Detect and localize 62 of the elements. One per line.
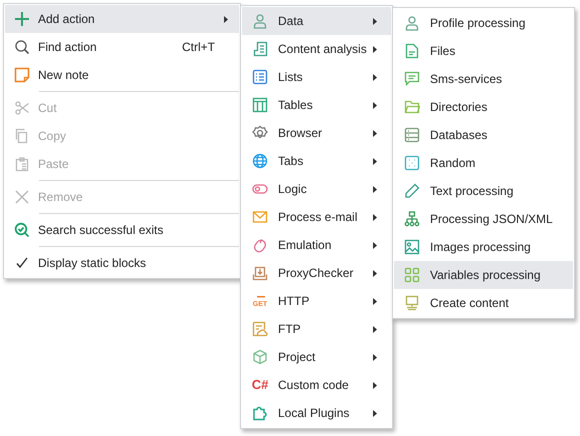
menu-item[interactable]: Text processing <box>394 177 573 205</box>
menu-item[interactable]: Content analysis <box>242 35 391 63</box>
image-icon <box>404 239 420 255</box>
person-icon <box>404 15 420 31</box>
menu-item[interactable]: Variables processing <box>394 261 573 289</box>
code-icon: C# <box>252 378 268 392</box>
puzzle-icon <box>252 405 268 421</box>
dice-icon <box>404 155 420 171</box>
menu-item[interactable]: ProxyChecker <box>242 259 391 287</box>
menu-item[interactable]: Logic <box>242 175 391 203</box>
menu-item[interactable]: Processing JSON/XML <box>394 205 573 233</box>
menu-item[interactable]: Databases <box>394 121 573 149</box>
search-icon <box>14 222 30 238</box>
document-icon <box>252 41 268 57</box>
menu-item[interactable]: Project <box>242 343 391 371</box>
menu-item[interactable]: Create content <box>394 289 573 317</box>
settings-icon <box>252 125 268 141</box>
menu-item[interactable]: Emulation <box>242 231 391 259</box>
menu-item[interactable]: Profile processing <box>394 9 573 37</box>
menu-item[interactable]: Local Plugins <box>242 399 391 427</box>
globe-icon <box>252 153 268 169</box>
table-icon <box>252 97 268 113</box>
menu-item[interactable]: Browser <box>242 119 391 147</box>
menu-item[interactable]: Data <box>242 7 391 35</box>
folder-icon <box>404 99 420 115</box>
cube-icon <box>252 349 268 365</box>
list-icon <box>252 69 268 85</box>
hierarchy-icon <box>404 211 420 227</box>
note-icon <box>14 67 30 83</box>
menu-item[interactable]: Search successful exits <box>5 216 239 244</box>
menu-item[interactable]: New note <box>5 61 239 89</box>
mouse-icon <box>252 237 268 253</box>
close-icon <box>14 189 30 205</box>
menu-item[interactable]: Lists <box>242 63 391 91</box>
cloud-document-icon <box>252 321 268 337</box>
menu-item[interactable]: Directories <box>394 93 573 121</box>
person-icon <box>252 13 268 29</box>
clipboard-icon <box>14 156 30 172</box>
document-icon <box>404 43 420 59</box>
database-icon <box>404 127 420 143</box>
pencil-icon <box>404 183 420 199</box>
copy-icon <box>14 128 30 144</box>
plus-icon <box>14 11 30 27</box>
menu-item[interactable]: Random <box>394 149 573 177</box>
chat-icon <box>404 71 420 87</box>
menu-item[interactable]: Sms-services <box>394 65 573 93</box>
menu-item[interactable]: Tables <box>242 91 391 119</box>
menu-item[interactable]: Tabs <box>242 147 391 175</box>
monitor-icon <box>404 295 420 311</box>
menu-item[interactable]: Find action Ctrl+T <box>5 33 239 61</box>
menu-item[interactable]: Images processing <box>394 233 573 261</box>
menu-item[interactable]: Files <box>394 37 573 65</box>
scissors-icon <box>14 100 30 116</box>
menu-item[interactable]: Process e-mail <box>242 203 391 231</box>
menu-item[interactable]: Add action <box>5 5 239 33</box>
menu-item[interactable]: C# Custom code <box>242 371 391 399</box>
grid-icon <box>404 267 420 283</box>
menu-item[interactable]: FTP <box>242 315 391 343</box>
download-box-icon <box>252 265 268 281</box>
menu-item[interactable]: Display static blocks <box>5 249 239 277</box>
envelope-icon <box>252 209 268 225</box>
search-icon <box>14 39 30 55</box>
